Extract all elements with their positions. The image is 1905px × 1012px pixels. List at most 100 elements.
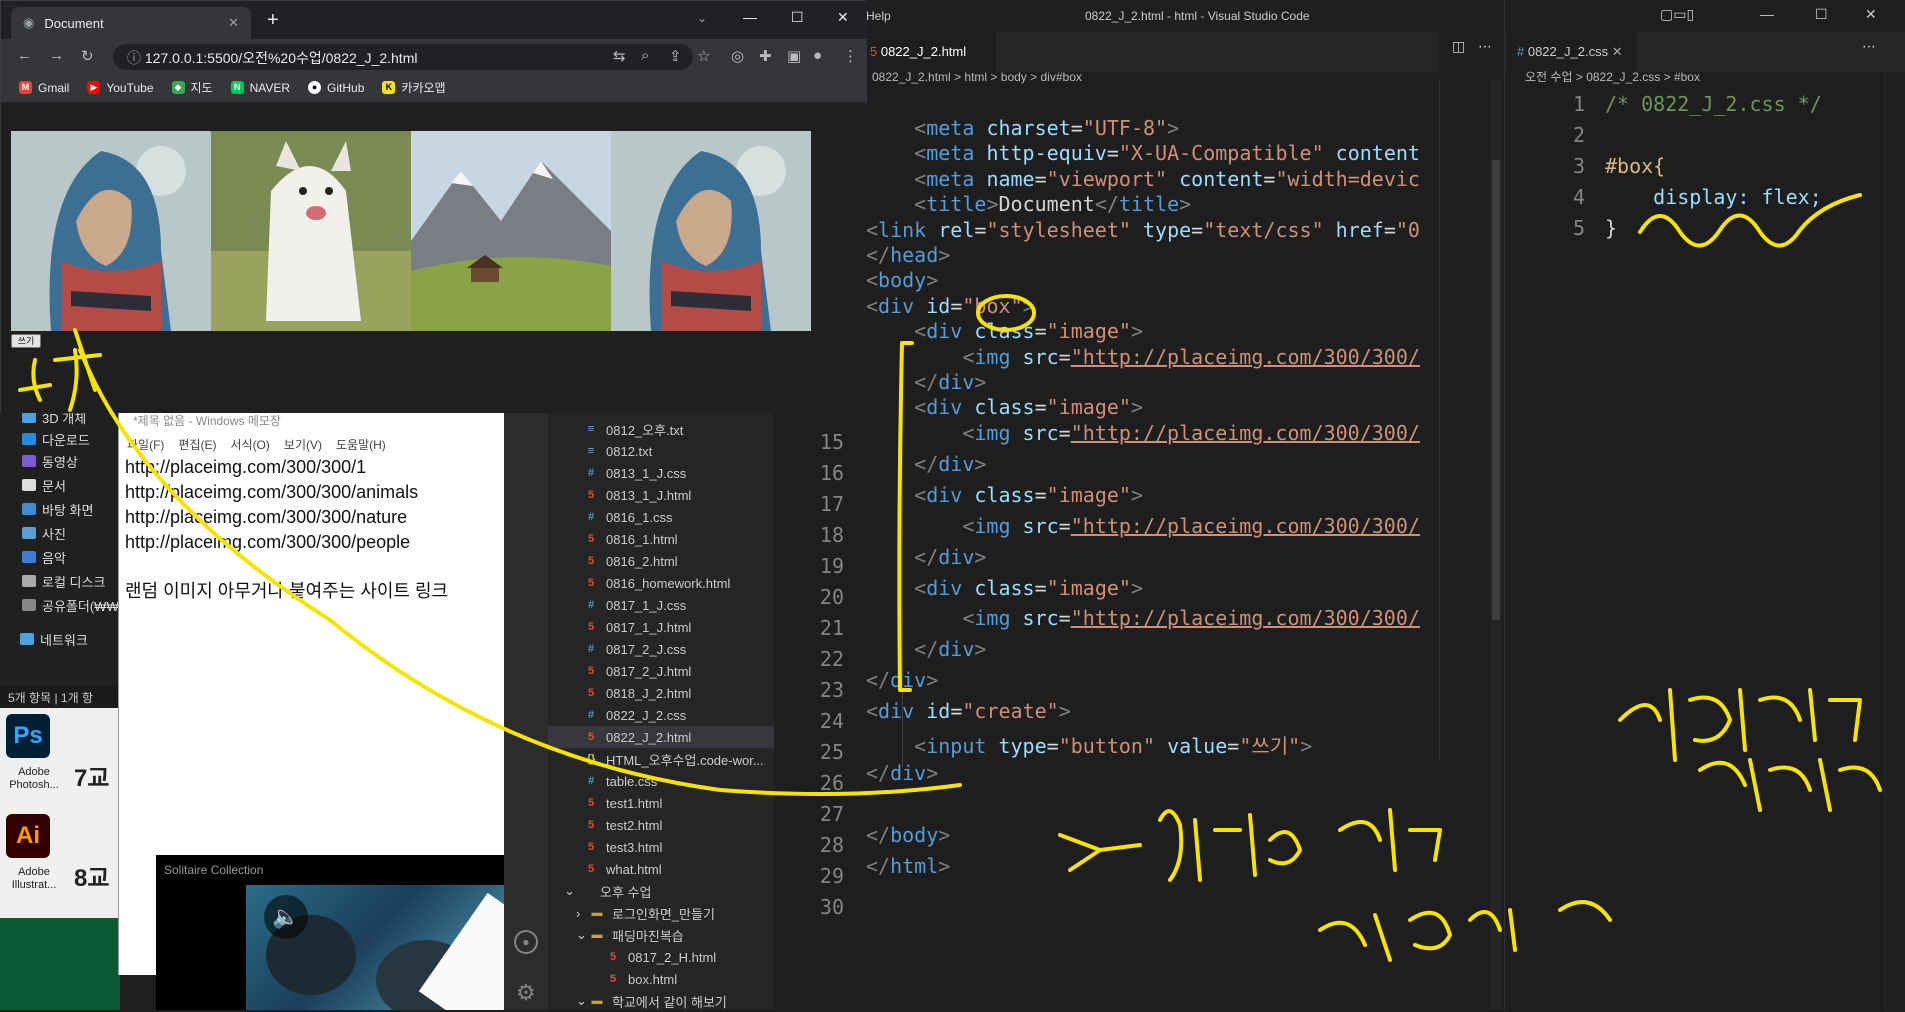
forward-icon[interactable]: → xyxy=(49,47,64,64)
explorer-file-item[interactable]: 5 what.html xyxy=(548,858,774,880)
code-line[interactable]: </div> xyxy=(866,637,986,668)
menu-help[interactable]: Help xyxy=(866,9,891,23)
code-line[interactable]: <img src="http://placeimg.com/300/300/ xyxy=(866,606,1420,637)
explorer-file-item[interactable]: 5 0816_1.html xyxy=(548,528,774,550)
close-tab-icon[interactable]: ✕ xyxy=(228,15,239,31)
new-tab-icon[interactable]: + xyxy=(267,9,279,32)
illustrator-icon[interactable]: Ai xyxy=(6,814,50,858)
css-brace[interactable]: } xyxy=(1605,216,1617,240)
extension-icon[interactable]: ◎ xyxy=(731,47,744,65)
info-icon[interactable]: ⓘ xyxy=(127,50,145,66)
explorer-file-item[interactable]: # table.css xyxy=(548,770,774,792)
close-icon[interactable]: ✕ xyxy=(1865,6,1877,23)
menu-file[interactable]: 파일(F) xyxy=(127,436,164,452)
code-line[interactable]: <div id="create"> xyxy=(866,699,1071,730)
explorer-item-music[interactable]: 음악 xyxy=(22,546,66,568)
more-actions-icon[interactable]: ⋯ xyxy=(1478,38,1492,55)
code-line[interactable]: </body> xyxy=(866,823,950,854)
menu-icon[interactable]: ⋮ xyxy=(843,47,858,65)
code-line[interactable]: <img src="http://placeimg.com/300/300/ xyxy=(866,514,1420,545)
css-selector[interactable]: #box{ xyxy=(1605,154,1665,178)
explorer-file-item[interactable]: 5 0813_1_J.html xyxy=(548,484,774,506)
sidepanel-icon[interactable]: ▣ xyxy=(787,47,801,65)
explorer-item-local-disk[interactable]: 로컬 디스크 xyxy=(22,570,105,592)
split-editor-icon[interactable]: ◫ xyxy=(1452,38,1465,55)
explorer-folder-item[interactable]: › ▬ 로그인화면_만들기 xyxy=(548,902,774,924)
explorer-file-item[interactable]: #0817_2_J.css xyxy=(548,638,774,660)
code-area[interactable]: <meta charset="UTF-8"> <meta http-equiv=… xyxy=(866,32,1439,1010)
puzzle-icon[interactable]: ✚ xyxy=(759,47,772,65)
address-bar[interactable]: ⓘ 127.0.0.1:5500/오전%20수업/0822_J_2.html xyxy=(113,44,693,70)
explorer-file-item[interactable]: 5 test3.html xyxy=(548,836,774,858)
editor-scrollbar[interactable] xyxy=(1490,80,1502,1010)
reload-icon[interactable]: ↻ xyxy=(81,47,94,65)
layout-icon[interactable]: ▢▭▯ xyxy=(1660,6,1694,23)
tab-search-icon[interactable]: ⌄ xyxy=(697,11,707,25)
explorer-file-item[interactable]: 5 0816_2.html xyxy=(548,550,774,572)
css-code-area[interactable]: 1 2 3 4 5 /* 0822_J_2.css */ #box{ displ… xyxy=(1505,88,1905,288)
profile-icon[interactable]: ● xyxy=(813,47,822,64)
explorer-file-item[interactable]: 5 test2.html xyxy=(548,814,774,836)
explorer-item-downloads[interactable]: 다운로드 xyxy=(22,428,90,450)
tab-css-file[interactable]: # 0822_J_2.css ✕ xyxy=(1507,32,1637,72)
bookmark-kakaomap[interactable]: K 카카오맵 xyxy=(382,80,446,95)
explorer-folder-item[interactable]: ⌄ ▬ 패딩마진복습 xyxy=(548,924,774,946)
code-line[interactable]: <div class="image"> xyxy=(866,483,1143,514)
explorer-item-network[interactable]: 네트워크 xyxy=(20,628,88,650)
explorer-file-item[interactable]: 5 test1.html xyxy=(548,792,774,814)
explorer-file-item[interactable]: #0813_1_J.css xyxy=(548,462,774,484)
explorer-file-item[interactable]: 5 0817_1_J.html xyxy=(548,616,774,638)
bookmark-gmail[interactable]: M Gmail xyxy=(19,80,69,95)
minimize-icon[interactable]: — xyxy=(743,9,757,25)
explorer-file-item[interactable]: #0816_1.css xyxy=(548,506,774,528)
solitaire-window[interactable]: Solitaire Collection 🔈 xyxy=(156,855,504,1010)
explorer-file-item[interactable]: {} HTML_오후수업.code-wor... xyxy=(548,748,774,770)
account-icon[interactable]: ● xyxy=(514,930,538,954)
explorer-file-item[interactable]: ≡ 0812_오후.txt xyxy=(548,418,774,440)
notepad-line[interactable]: http://placeimg.com/300/300/animals xyxy=(125,482,418,503)
notepad-line[interactable]: http://placeimg.com/300/300/nature xyxy=(125,507,407,528)
bookmark-github[interactable]: ● GitHub xyxy=(308,80,364,95)
bookmark-maps[interactable]: ◆ 지도 xyxy=(171,80,213,95)
bookmark-naver[interactable]: N NAVER xyxy=(230,80,290,95)
code-line[interactable]: <div class="image"> xyxy=(866,576,1143,607)
explorer-file-item[interactable]: #0817_1_J.css xyxy=(548,594,774,616)
explorer-file-item[interactable]: 5 0817_2_H.html xyxy=(548,946,774,968)
back-icon[interactable]: ← xyxy=(17,47,32,64)
html-editor[interactable]: 5 0822_J_2.html 0822_J_2.html > html > b… xyxy=(866,32,1439,1010)
explorer-file-item[interactable]: 5 0818_J_2.html xyxy=(548,682,774,704)
explorer-file-item[interactable]: 5 0822_J_2.html xyxy=(548,726,774,748)
maximize-icon[interactable]: ☐ xyxy=(1815,6,1828,23)
code-line[interactable]: </div> xyxy=(866,452,986,483)
close-icon[interactable]: ✕ xyxy=(1612,44,1623,59)
explorer-item-shared[interactable]: 공유폴더(₩₩ xyxy=(22,594,119,616)
explorer-file-item[interactable]: 5 0817_2_J.html xyxy=(548,660,774,682)
maximize-icon[interactable]: ☐ xyxy=(791,9,804,26)
explorer-file-item[interactable]: 5 box.html xyxy=(548,968,774,990)
code-line[interactable]: <input type="button" value="쓰기"> xyxy=(866,730,1312,761)
explorer-file-item[interactable]: #0822_J_2.css xyxy=(548,704,774,726)
explorer-folder-item[interactable]: ⌄ 오후 수업 xyxy=(548,880,774,902)
code-line[interactable]: <img src="http://placeimg.com/300/300/ xyxy=(866,421,1420,452)
explorer-item-videos[interactable]: 동영상 xyxy=(22,450,78,472)
menu-format[interactable]: 서식(O) xyxy=(230,436,269,452)
editor-scrollbar[interactable] xyxy=(1885,72,1905,1010)
css-declaration[interactable]: display: flex; xyxy=(1605,185,1822,209)
minimize-icon[interactable]: — xyxy=(1760,6,1774,22)
share-icon[interactable]: ⇪ xyxy=(669,47,682,65)
menu-edit[interactable]: 편집(E) xyxy=(178,436,216,452)
more-actions-icon[interactable]: ⋯ xyxy=(1862,38,1876,55)
explorer-item-pictures[interactable]: 사진 xyxy=(22,522,66,544)
bookmark-star-icon[interactable]: ☆ xyxy=(697,47,710,65)
zoom-icon[interactable]: ⌕ xyxy=(641,47,649,64)
menu-help[interactable]: 도움말(H) xyxy=(336,436,386,452)
explorer-item-desktop[interactable]: 바탕 화면 xyxy=(22,498,93,520)
css-comment[interactable]: /* 0822_J_2.css */ xyxy=(1605,92,1822,116)
explorer-item-documents[interactable]: 문서 xyxy=(22,474,66,496)
minimap[interactable] xyxy=(1439,80,1479,760)
menu-view[interactable]: 보기(V) xyxy=(284,436,322,452)
scrollbar-thumb[interactable] xyxy=(1492,160,1500,620)
explorer-file-item[interactable]: 5 0816_homework.html xyxy=(548,572,774,594)
explorer-folder-item[interactable]: ⌄ ▬ 학교에서 같이 해보기 xyxy=(548,990,774,1012)
explorer-file-item[interactable]: ≡ 0812.txt xyxy=(548,440,774,462)
